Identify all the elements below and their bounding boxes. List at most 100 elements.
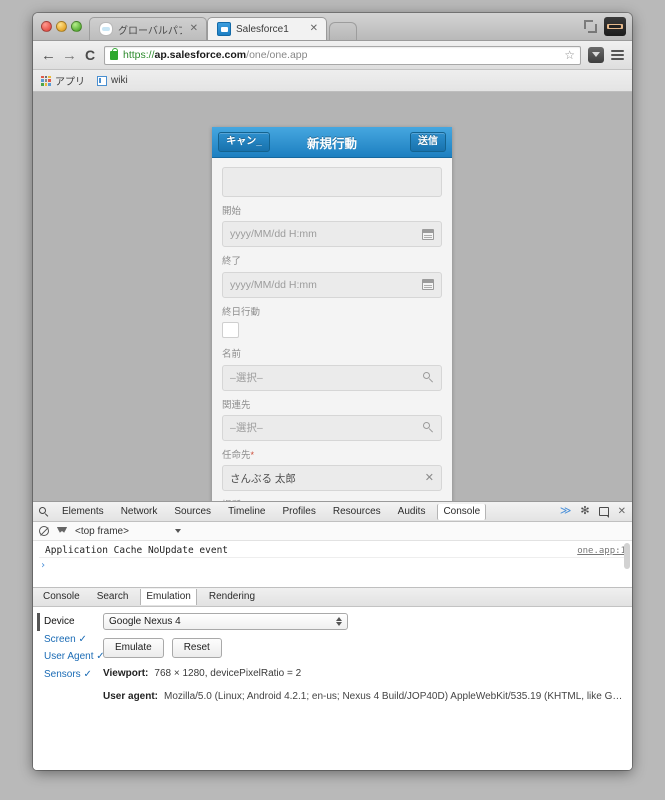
devtools-drawer-tabs: Console Search Emulation Rendering [33, 587, 632, 607]
calendar-icon[interactable] [422, 279, 434, 291]
publisher-header: キャン_ 新規行動 送信 [212, 127, 452, 158]
name-lookup-input[interactable]: –選択– [222, 364, 442, 391]
reset-button[interactable]: Reset [171, 638, 222, 658]
address-bar[interactable]: https://ap.salesforce.com/one/one.app ☆ [104, 45, 581, 65]
emulate-button[interactable]: Emulate [103, 638, 164, 658]
emulation-buttons: Emulate Reset [103, 638, 624, 658]
fullscreen-icon[interactable] [584, 20, 597, 33]
reload-button[interactable]: C [83, 48, 97, 62]
devtools-tab-sources[interactable]: Sources [170, 505, 215, 519]
page-viewport: キャン_ 新規行動 送信 開始 yyyy/MM/dd H:mm 終了 yyyy/… [33, 92, 632, 501]
field-start: 開始 yyyy/MM/dd H:mm [222, 206, 442, 248]
search-icon[interactable] [423, 422, 434, 433]
frame-selector-value: <top frame> [75, 525, 129, 537]
assigned-to-value: さんぶる 太郎 [230, 472, 296, 485]
emulation-sidebar-item-screen[interactable]: Screen ✓ [40, 631, 99, 649]
apps-grid-icon [41, 75, 51, 86]
lock-icon [110, 47, 118, 60]
chrome-menu-icon[interactable] [611, 50, 624, 60]
bookmark-apps[interactable]: アプリ [41, 73, 85, 88]
tab-close-icon[interactable]: ✕ [310, 24, 318, 34]
emulation-sidebar-item-device[interactable]: Device [37, 613, 99, 631]
field-name: 名前 –選択– [222, 349, 442, 391]
filter-icon[interactable] [57, 527, 67, 535]
devtools-tab-resources[interactable]: Resources [329, 505, 385, 519]
devtools-tab-elements[interactable]: Elements [58, 505, 108, 519]
devtools-tab-audits[interactable]: Audits [394, 505, 430, 519]
maximize-window-button[interactable] [71, 21, 82, 32]
console-scrollbar[interactable] [624, 543, 630, 569]
device-select[interactable]: Google Nexus 4 [103, 613, 348, 630]
useragent-label: User agent: [103, 691, 159, 702]
devtools-tab-profiles[interactable]: Profiles [278, 505, 319, 519]
devtools-tab-timeline[interactable]: Timeline [224, 505, 269, 519]
close-icon[interactable]: ✕ [618, 506, 626, 517]
bookmark-label: wiki [111, 75, 128, 86]
console-message-text: Application Cache NoUpdate event [45, 545, 229, 556]
forward-button[interactable]: → [62, 48, 77, 63]
viewport-value: 768 × 1280, devicePixelRatio = 2 [154, 668, 302, 679]
frame-selector[interactable]: <top frame> [75, 526, 181, 537]
close-window-button[interactable] [41, 21, 52, 32]
drawer-tab-console[interactable]: Console [39, 590, 84, 604]
submit-button[interactable]: 送信 [410, 132, 446, 152]
incognito-avatar-icon[interactable] [604, 17, 626, 36]
all-day-checkbox[interactable] [222, 322, 239, 339]
field-label: 名前 [222, 349, 242, 361]
field-assigned-to: 任命先* さんぶる 太郎 ✕ [222, 449, 442, 492]
publisher-panel: キャン_ 新規行動 送信 開始 yyyy/MM/dd H:mm 終了 yyyy/… [212, 127, 452, 501]
related-to-lookup-input[interactable]: –選択– [222, 414, 442, 441]
console-output[interactable]: Application Cache NoUpdate event one.app… [33, 541, 632, 587]
emulation-panel: Device Screen ✓ User Agent ✓ Sensors ✓ G… [33, 607, 632, 770]
assigned-to-label: 任命先 [222, 449, 251, 461]
end-datetime-placeholder: yyyy/MM/dd H:mm [230, 278, 317, 291]
bookmark-label: アプリ [55, 77, 85, 88]
browser-tab-publisher[interactable]: グローバルパブリッシャー レ ✕ [89, 17, 207, 40]
cancel-button[interactable]: キャン_ [218, 132, 270, 152]
clear-console-icon[interactable] [39, 526, 49, 536]
new-tab-button[interactable] [329, 22, 357, 40]
required-indicator: * [250, 449, 255, 460]
emulation-sidebar: Device Screen ✓ User Agent ✓ Sensors ✓ [33, 613, 105, 770]
browser-tabs: グローバルパブリッシャー レ ✕ Salesforce1 ✕ [89, 17, 357, 40]
extension-icon[interactable] [588, 47, 604, 63]
drawer-tab-rendering[interactable]: Rendering [205, 590, 259, 604]
console-source-link[interactable]: one.app:1 [577, 546, 626, 556]
start-datetime-input[interactable]: yyyy/MM/dd H:mm [222, 221, 442, 248]
device-select-value: Google Nexus 4 [109, 616, 181, 627]
back-button[interactable]: ← [41, 48, 56, 63]
search-icon[interactable] [39, 506, 49, 517]
assigned-to-input[interactable]: さんぶる 太郎 ✕ [222, 465, 442, 492]
end-datetime-input[interactable]: yyyy/MM/dd H:mm [222, 271, 442, 298]
window-controls[interactable] [41, 21, 82, 32]
cloud-icon [99, 22, 113, 36]
devtools-panel: Elements Network Sources Timeline Profil… [33, 501, 632, 770]
browser-tab-salesforce1[interactable]: Salesforce1 ✕ [207, 17, 327, 40]
url-scheme: https:// [123, 49, 155, 61]
field-label: 終了 [222, 256, 242, 268]
field-label: 場所 [222, 500, 442, 501]
console-toggle-icon[interactable]: ≫ [560, 506, 572, 517]
subject-input[interactable] [222, 167, 442, 197]
chevron-down-icon [174, 529, 181, 533]
devtools-tab-network[interactable]: Network [117, 505, 162, 519]
drawer-tab-emulation[interactable]: Emulation [140, 589, 197, 605]
emulation-sidebar-item-user-agent[interactable]: User Agent ✓ [40, 648, 105, 666]
tab-close-icon[interactable]: ✕ [190, 24, 198, 34]
clear-icon[interactable]: ✕ [425, 472, 434, 484]
calendar-icon[interactable] [422, 228, 434, 240]
console-prompt[interactable]: › [39, 558, 626, 571]
field-all-day: 終日行動 [222, 307, 442, 339]
devtools-tab-console[interactable]: Console [437, 503, 487, 520]
drawer-tab-search[interactable]: Search [93, 590, 133, 604]
gear-icon[interactable]: ✻ [580, 506, 589, 517]
console-filter-bar: <top frame> [33, 522, 632, 541]
url-path: /one/one.app [246, 49, 308, 61]
dock-icon[interactable] [598, 507, 609, 518]
bookmark-star-icon[interactable]: ☆ [564, 48, 575, 62]
minimize-window-button[interactable] [56, 21, 67, 32]
tab-title: Salesforce1 [236, 23, 289, 35]
emulation-sidebar-item-sensors[interactable]: Sensors ✓ [40, 666, 99, 684]
bookmark-wiki[interactable]: wiki [97, 75, 128, 86]
search-icon[interactable] [423, 372, 434, 383]
